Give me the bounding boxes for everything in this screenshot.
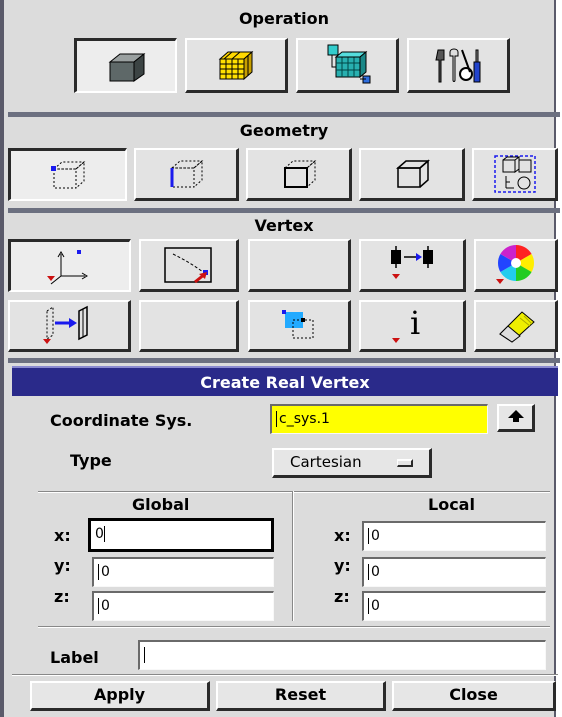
geometry-title: Geometry (239, 121, 329, 140)
section-divider (8, 358, 560, 363)
local-x-value: 0 (371, 528, 380, 544)
global-y-value: 0 (101, 564, 110, 580)
section-divider (8, 112, 560, 117)
coordinate-sys-field[interactable]: c_sys.1 (270, 404, 488, 434)
coordinates-bottom-rule (38, 626, 550, 628)
text-cursor (103, 526, 105, 542)
local-z-value: 0 (371, 598, 380, 614)
vertex-title: Vertex (254, 216, 314, 235)
type-label: Type (70, 451, 112, 470)
edge-geometry-button[interactable] (134, 148, 239, 201)
coordinates-top-rule (38, 491, 550, 493)
tools-icon (432, 46, 484, 84)
actions-rule (12, 674, 558, 676)
close-button[interactable]: Close (392, 681, 556, 711)
global-heading: Global (132, 495, 190, 514)
color-wheel-icon (494, 243, 538, 287)
form-title: Create Real Vertex (12, 366, 558, 396)
global-x-value: 0 (95, 526, 104, 542)
global-z-label: z: (54, 587, 70, 606)
blank-vertex-button-1[interactable] (248, 239, 351, 292)
tools-operation-button[interactable] (407, 38, 510, 93)
mesh-operation-button[interactable] (185, 38, 288, 93)
text-cursor (144, 647, 145, 663)
text-cursor (368, 598, 369, 614)
global-z-value: 0 (101, 598, 110, 614)
global-y-label: y: (54, 556, 71, 575)
label-field[interactable] (138, 640, 546, 670)
global-x-label: x: (54, 526, 71, 545)
local-x-field[interactable]: 0 (362, 521, 546, 551)
local-y-label: y: (334, 556, 351, 575)
text-cursor (276, 411, 277, 427)
coordinate-sys-select-button[interactable] (497, 404, 535, 432)
delete-vertex-button[interactable] (474, 300, 558, 352)
group-geometry-button[interactable] (472, 148, 558, 201)
vertex-geometry-button[interactable] (8, 148, 127, 201)
create-vertex-button[interactable] (8, 239, 131, 292)
type-value: Cartesian (290, 453, 362, 471)
face-cube-icon (279, 158, 319, 190)
create-vertex-icon (45, 246, 95, 286)
volume-cube-icon (392, 158, 432, 190)
local-z-label: z: (334, 587, 350, 606)
type-option-menu[interactable]: Cartesian (272, 448, 432, 478)
local-y-value: 0 (371, 564, 380, 580)
coordinate-sys-value: c_sys.1 (279, 411, 330, 427)
project-vertex-icon (39, 305, 99, 347)
text-cursor (98, 564, 99, 580)
section-divider (8, 208, 560, 213)
geometry-cube-icon (106, 50, 146, 82)
apply-button[interactable]: Apply (30, 681, 210, 711)
local-y-field[interactable]: 0 (362, 557, 546, 587)
vertex-cube-icon (48, 159, 88, 191)
move-vertex-button[interactable] (359, 239, 466, 292)
face-geometry-button[interactable] (246, 148, 352, 201)
vertex-on-edge-icon (159, 244, 219, 286)
volume-geometry-button[interactable] (359, 148, 465, 201)
move-vertex-icon (384, 244, 440, 286)
mesh-grid-icon (218, 49, 254, 81)
global-z-field[interactable]: 0 (92, 591, 274, 621)
vertex-on-edge-button[interactable] (139, 239, 239, 292)
coordinate-sys-label: Coordinate Sys. (50, 411, 193, 430)
connect-vertex-icon (279, 308, 319, 344)
text-cursor (368, 528, 369, 544)
edge-cube-icon (166, 158, 206, 190)
operation-title: Operation (238, 9, 330, 28)
zones-operation-button[interactable] (296, 38, 399, 93)
svg-text:i: i (410, 304, 420, 342)
option-menu-indicator-icon (397, 459, 413, 467)
zones-icon (322, 43, 372, 87)
blank-vertex-button-2[interactable] (139, 300, 239, 352)
vertex-panel: Operation Geometry Vertex i Create Real … (0, 0, 560, 717)
connect-vertex-button[interactable] (248, 300, 351, 352)
label-label: Label (50, 648, 99, 667)
eraser-icon (494, 308, 538, 344)
local-z-field[interactable]: 0 (362, 591, 546, 621)
local-x-label: x: (334, 526, 351, 545)
reset-button[interactable]: Reset (216, 681, 386, 711)
info-vertex-button[interactable]: i (359, 300, 466, 352)
text-cursor (98, 598, 99, 614)
global-y-field[interactable]: 0 (92, 557, 274, 587)
local-heading: Local (428, 495, 475, 514)
text-cursor (368, 564, 369, 580)
group-icon (493, 155, 536, 193)
geometry-operation-button[interactable] (74, 38, 177, 93)
coordinates-divider (292, 491, 294, 621)
up-arrow-icon (507, 408, 525, 427)
info-icon: i (384, 304, 440, 348)
global-x-field[interactable]: 0 (88, 518, 274, 552)
color-vertex-button[interactable] (474, 239, 558, 292)
project-vertex-button[interactable] (8, 300, 131, 352)
